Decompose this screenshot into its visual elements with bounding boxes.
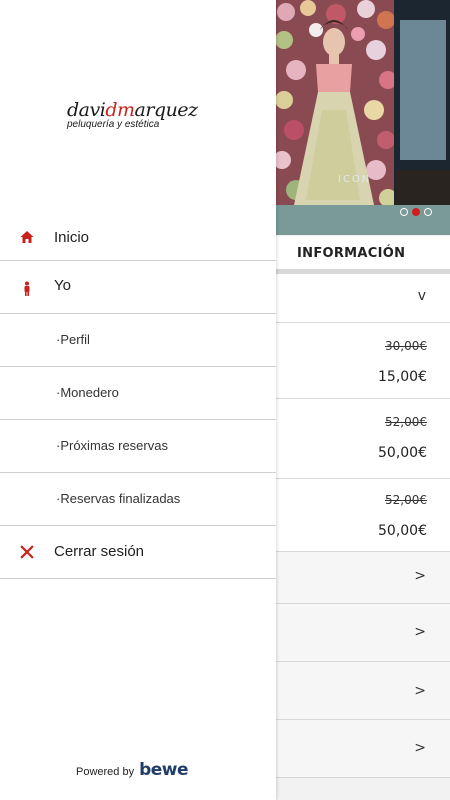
powered-by-footer[interactable]: Powered by bewe [76,760,189,780]
navigation-drawer: davidmarquez peluquería y estética Inici… [0,0,276,800]
tab-informacion-label: INFORMACIÓN [297,246,406,261]
menu-item-label: ·Perfil [56,332,90,347]
menu-item-label: ·Reservas finalizadas [56,491,181,506]
person-icon [24,281,30,296]
new-price: 50,00€ [378,523,427,539]
menu-item-label: Inicio [54,229,90,246]
carousel-dot[interactable] [400,208,408,216]
old-price: 52,00€ [385,493,427,507]
menu-item-label: ·Próximas reservas [56,438,168,453]
carousel-dot[interactable] [424,208,432,216]
menu-item-inicio[interactable]: Inicio [0,212,276,261]
price-row[interactable]: 52,00€ 50,00€ [276,399,450,479]
carousel-dots[interactable] [400,208,432,216]
menu-item-label: Yo [54,277,71,294]
chevron-right-icon: > [414,568,426,584]
category-row[interactable]: > [276,604,450,662]
logo-text-part: arquez [134,99,199,121]
new-price: 15,00€ [378,369,427,385]
category-row[interactable]: > [276,720,450,778]
tab-informacion[interactable]: INFORMACIÓN [276,236,450,274]
old-price: 30,00€ [385,339,427,353]
old-price: 52,00€ [385,415,427,429]
menu-item-proximas-reservas[interactable]: ·Próximas reservas [0,420,276,473]
menu-item-yo[interactable]: Yo [0,261,276,314]
service-row-expanded[interactable]: v [276,274,450,323]
menu-item-perfil[interactable]: ·Perfil [0,314,276,367]
main-content: ICON INFORMACIÓN v 30,00€ 15,00€ 52,00€ … [276,0,450,800]
hero-image: ICON [276,0,450,235]
chevron-right-icon: > [414,683,426,699]
chevron-right-icon: > [414,740,426,756]
brand-logo: davidmarquez peluquería y estética [67,99,207,139]
menu-item-cerrar-sesion[interactable]: Cerrar sesión [0,526,276,579]
logo-text-part: davi [67,99,106,121]
chevron-down-icon: v [417,288,426,304]
price-row[interactable]: 30,00€ 15,00€ [276,323,450,399]
powered-by-label: Powered by [76,766,135,778]
svg-text:ICON: ICON [338,174,371,185]
bewe-logo: bewe [139,760,189,780]
category-row[interactable]: > [276,552,450,604]
carousel-dot-active[interactable] [412,208,420,216]
close-icon [20,545,34,559]
chevron-right-icon: > [414,624,426,640]
price-row[interactable]: 52,00€ 50,00€ [276,479,450,552]
menu-item-monedero[interactable]: ·Monedero [0,367,276,420]
menu-item-label: ·Monedero [56,385,119,400]
hero-carousel[interactable]: ICON [276,0,450,235]
home-icon [20,231,34,243]
logo-text-accent: dm [105,99,135,121]
menu-item-reservas-finalizadas[interactable]: ·Reservas finalizadas [0,473,276,526]
new-price: 50,00€ [378,445,427,461]
category-row[interactable]: > [276,662,450,720]
menu-item-label: Cerrar sesión [54,543,145,560]
